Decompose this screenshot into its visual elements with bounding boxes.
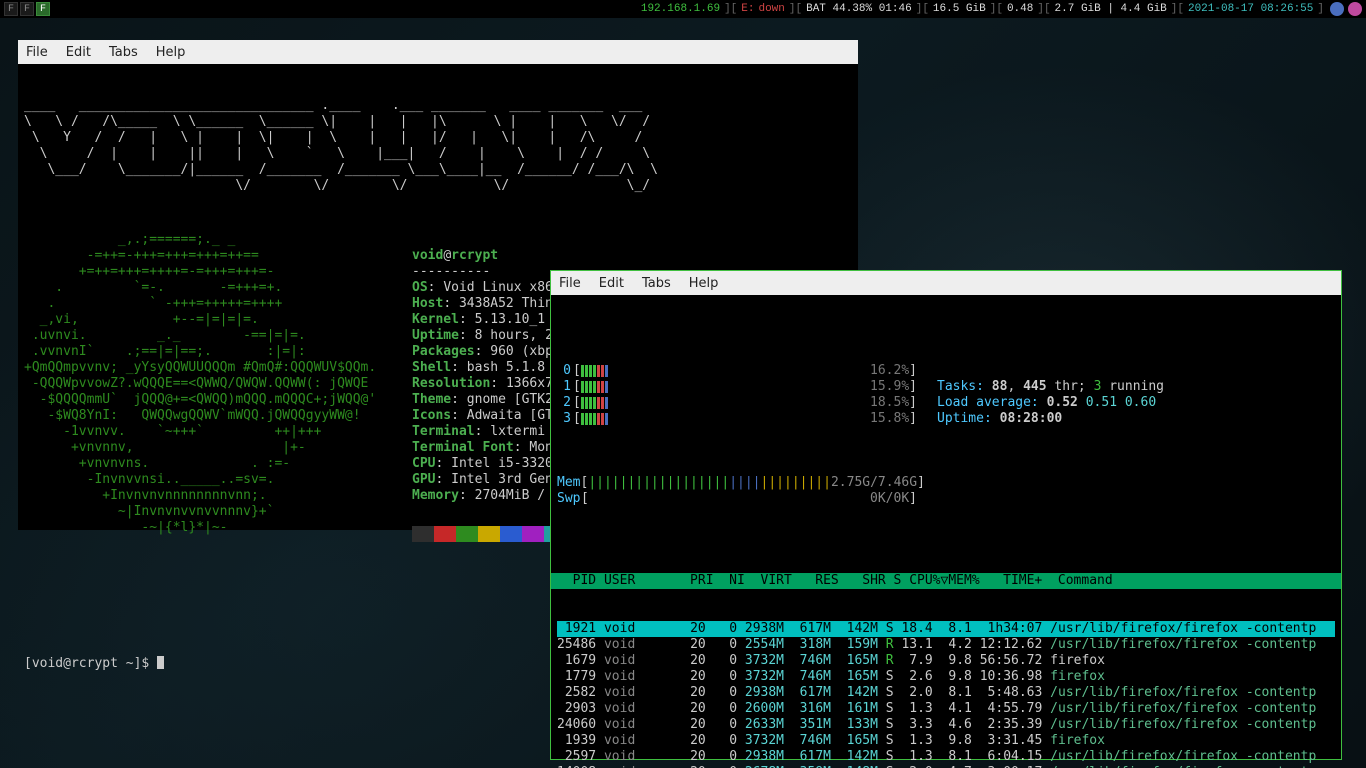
process-row[interactable]: 25486 void 20 0 2554M 318M 159M R 13.1 4…: [557, 637, 1335, 653]
process-row[interactable]: 2582 void 20 0 2938M 617M 142M S 2.0 8.1…: [557, 685, 1335, 701]
menu-edit[interactable]: Edit: [599, 276, 624, 291]
workspace-3[interactable]: F: [36, 2, 50, 16]
bluetooth-icon[interactable]: [1330, 2, 1344, 16]
process-row[interactable]: 1921 void 20 0 2938M 617M 142M S 18.4 8.…: [557, 621, 1335, 637]
cpu-meter-0: 0[16.2%]: [557, 363, 917, 379]
sep: ][: [916, 3, 929, 15]
sep: ][: [990, 3, 1003, 15]
process-row[interactable]: 2597 void 20 0 2938M 617M 142M S 1.3 8.1…: [557, 749, 1335, 765]
cursor: [157, 656, 164, 669]
void-logo-ascii: _,.;======;._ _ -=++=-+++=+++=+++=++== +…: [24, 232, 412, 574]
mem-meter: Mem[|||||||||||||||||||||||||||||||2.75G…: [557, 475, 917, 491]
cpu-meter-2: 2[18.5%]: [557, 395, 917, 411]
tray-app-icon[interactable]: [1348, 2, 1362, 16]
sep: ][: [1037, 3, 1050, 15]
voidlinux-ascii: ____ ______________________________ .___…: [24, 98, 852, 194]
status-ip: 192.168.1.69: [641, 3, 720, 15]
workspace-1[interactable]: F: [4, 2, 18, 16]
menubar: File Edit Tabs Help: [18, 40, 858, 64]
status-datetime: 2021-08-17 08:26:55: [1188, 3, 1313, 15]
terminal-body[interactable]: 0[16.2%]1[15.9%]2[18.5%]3[15.8%] Tasks: …: [551, 295, 1341, 768]
status-eth-label: E:: [741, 3, 754, 15]
menu-file[interactable]: File: [559, 276, 581, 291]
status-battery: BAT 44.38% 01:46: [806, 3, 912, 15]
cpu-meter-1: 1[15.9%]: [557, 379, 917, 395]
process-row[interactable]: 1679 void 20 0 3732M 746M 165M R 7.9 9.8…: [557, 653, 1335, 669]
sep: ][: [1171, 3, 1184, 15]
sep: ][: [789, 3, 802, 15]
htop-summary: Tasks: 88, 445 thr; 3 running Load avera…: [937, 363, 1335, 443]
sep: ]: [1317, 3, 1324, 15]
menu-tabs[interactable]: Tabs: [642, 276, 671, 291]
status-eth-state: down: [758, 3, 784, 15]
terminal-window-htop[interactable]: File Edit Tabs Help 0[16.2%]1[15.9%]2[18…: [550, 270, 1342, 760]
status-mem: 16.5 GiB: [933, 3, 986, 15]
swap-meter: Swp[0K/0K]: [557, 491, 917, 507]
workspace-2[interactable]: F: [20, 2, 34, 16]
process-row[interactable]: 1939 void 20 0 3732M 746M 165M S 1.3 9.8…: [557, 733, 1335, 749]
status-disk: 2.7 GiB | 4.4 GiB: [1055, 3, 1167, 15]
status-load: 0.48: [1007, 3, 1033, 15]
menu-help[interactable]: Help: [689, 276, 719, 291]
menu-help[interactable]: Help: [156, 45, 186, 60]
process-row[interactable]: 1779 void 20 0 3732M 746M 165M S 2.6 9.8…: [557, 669, 1335, 685]
menu-edit[interactable]: Edit: [66, 45, 91, 60]
sep: ][: [724, 3, 737, 15]
cpu-meter-3: 3[15.8%]: [557, 411, 917, 427]
menubar: File Edit Tabs Help: [551, 271, 1341, 295]
process-row[interactable]: 2903 void 20 0 2600M 316M 161M S 1.3 4.1…: [557, 701, 1335, 717]
menu-tabs[interactable]: Tabs: [109, 45, 138, 60]
status-bar: F F F 192.168.1.69 ][ E: down ][ BAT 44.…: [0, 0, 1366, 18]
process-row[interactable]: 24060 void 20 0 2633M 351M 133M S 3.3 4.…: [557, 717, 1335, 733]
menu-file[interactable]: File: [26, 45, 48, 60]
htop-columns: PID USER PRI NI VIRT RES SHR S CPU%▽MEM%…: [551, 573, 1341, 589]
